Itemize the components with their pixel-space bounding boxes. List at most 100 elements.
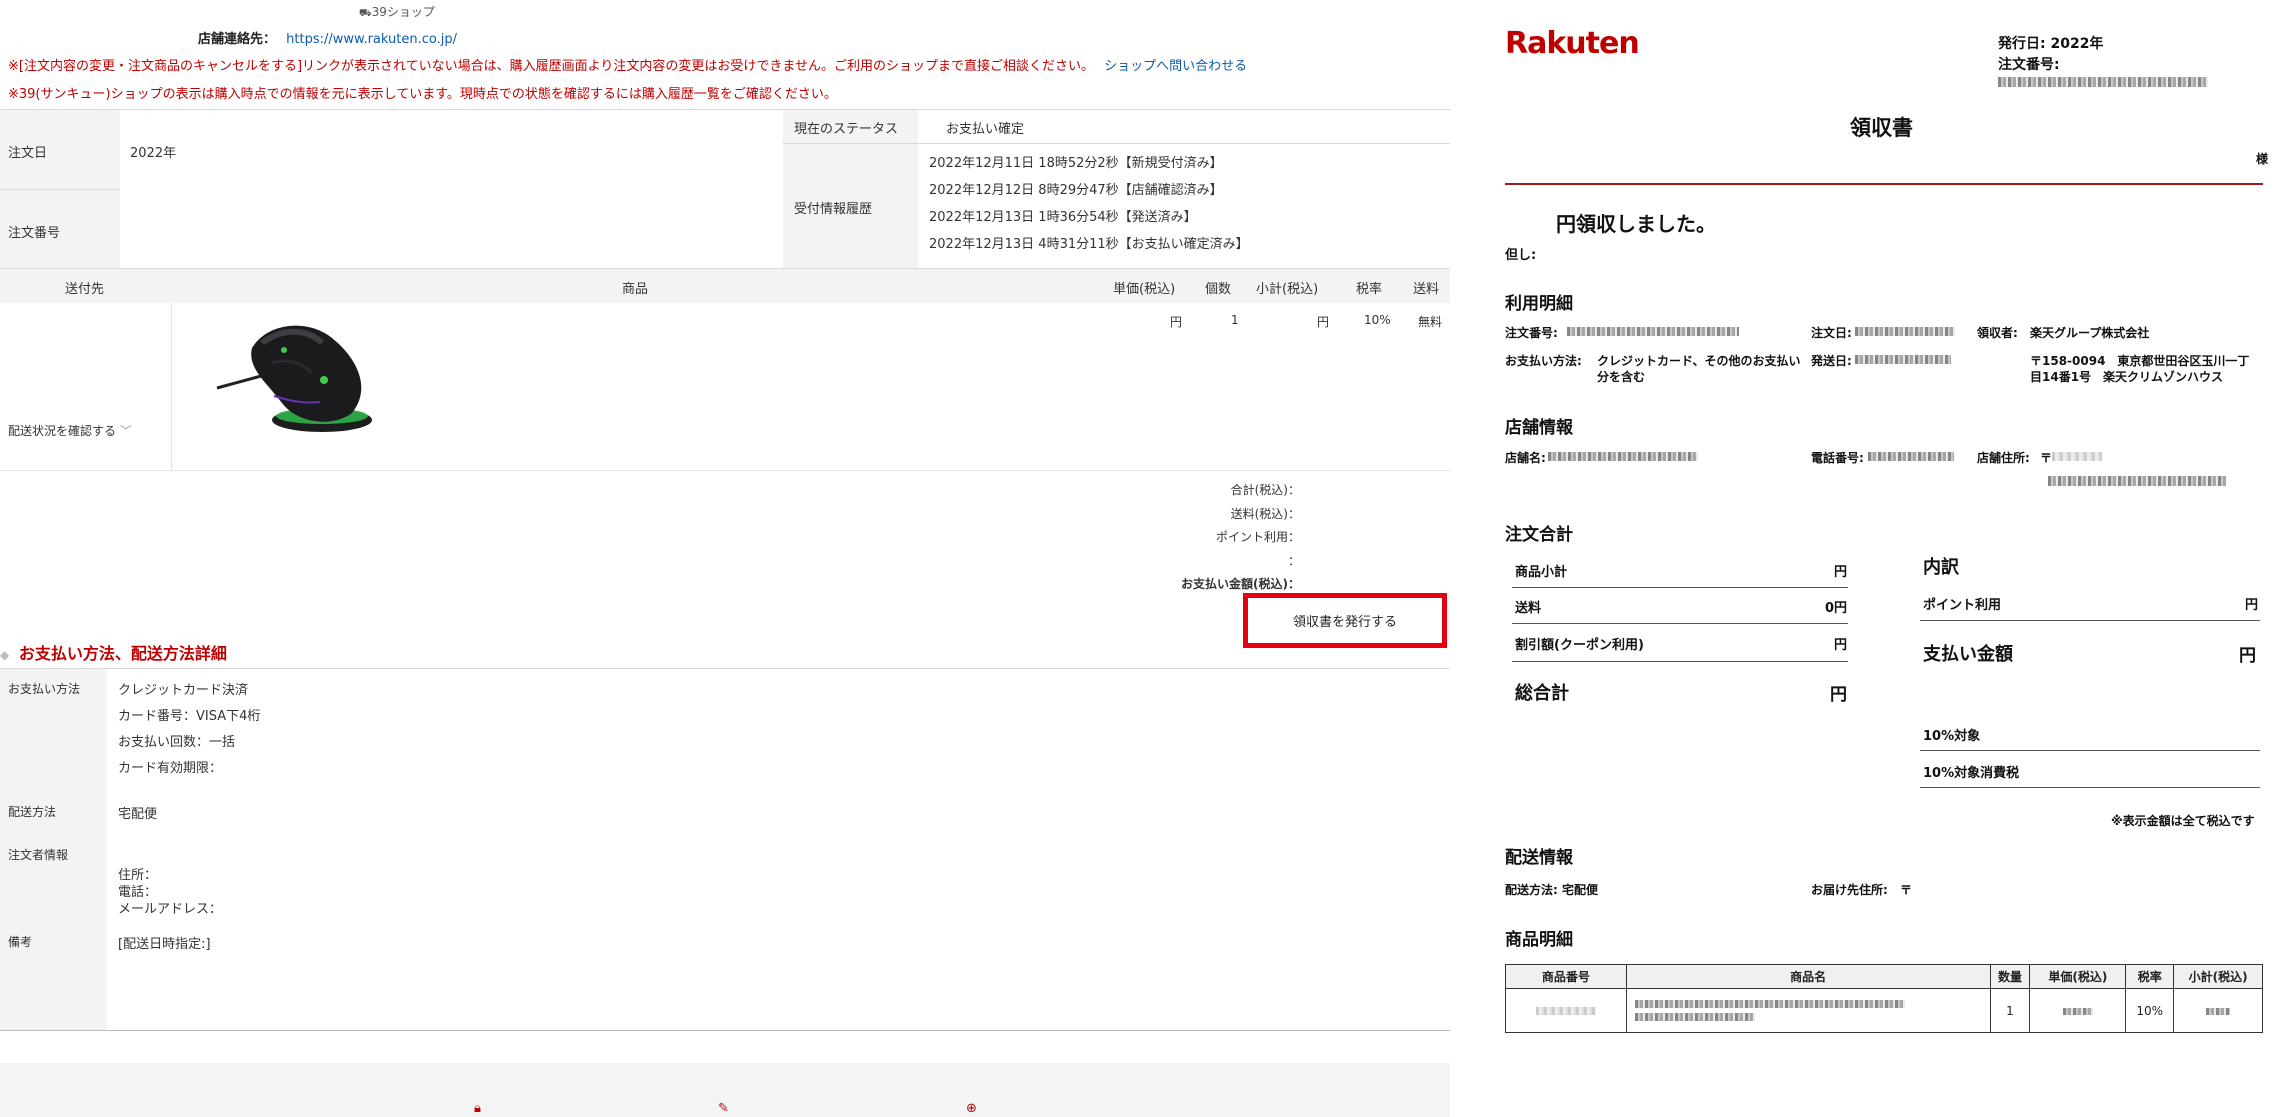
- history-item: 2022年12月11日 18時52分2秒【新規受付済み】: [929, 156, 1223, 171]
- items-th-tax: 税率: [2125, 964, 2175, 989]
- lock-icon[interactable]: 🔒︎: [474, 1101, 481, 1116]
- shop-address-zip: 〒: [2040, 451, 2053, 465]
- items-table: 商品番号 商品名 数量 単価(税込) 税率 小計(税込) 1 10%: [1505, 964, 2263, 1033]
- delivery-info-title: 配送情報: [1505, 848, 1573, 868]
- history-item: 2022年12月13日 1時36分54秒【発送済み】: [929, 210, 1197, 225]
- tax10-label: 10%対象: [1923, 729, 1981, 744]
- status-label: 現在のステータス: [794, 122, 899, 137]
- grand-total-label: 総合計: [1515, 683, 1569, 704]
- item-name-redacted: [1625, 988, 1991, 1033]
- shop-icon: ⛟: [359, 8, 372, 19]
- history-label: 受付情報履歴: [794, 202, 873, 217]
- shop-name-label: 店舗名:: [1505, 451, 1546, 465]
- shop-info-title: 店舗情報: [1505, 418, 1573, 438]
- th-shipping: 送料: [1413, 282, 1440, 297]
- breakdown-title: 内訳: [1923, 557, 1959, 578]
- delivery-method: 配送方法: 宅配便: [1505, 883, 1598, 897]
- payment-line: クレジットカード決済: [118, 683, 249, 698]
- row-qty: 1: [1231, 313, 1239, 327]
- receiver-value: 楽天グループ株式会社: [2030, 326, 2150, 340]
- item-unit-price-redacted: [2029, 988, 2127, 1033]
- subtotal-value: 円: [1834, 565, 1848, 580]
- discount-label: 割引額(クーポン利用): [1515, 638, 1644, 653]
- contact-label: 店舗連絡先：: [198, 32, 277, 47]
- row-tax: 10%: [1364, 313, 1391, 327]
- payment-line: カード有効期限：: [118, 761, 223, 776]
- chevron-down-icon: ﹀: [119, 424, 132, 438]
- shop-badge: ⛟39ショップ: [359, 5, 435, 19]
- subtotal-label: 商品小計: [1515, 565, 1568, 580]
- order-date-label: 注文日: [8, 146, 48, 161]
- issue-receipt-button[interactable]: 領収書を発行する: [1243, 593, 1447, 648]
- notice-39shop: ※39(サンキュー)ショップの表示は購入時点での情報を元に表示しています。現時点…: [8, 87, 837, 102]
- row-unit-price: 円: [1170, 315, 1183, 329]
- shipping-total-label: 送料(税込)：: [1230, 507, 1300, 521]
- status-value: お支払い確定: [946, 122, 1025, 137]
- receipt-pane: Rakuten 発行日: 2022年 注文番号: 領収書 様 円領収しました。 …: [1450, 0, 2291, 1117]
- tadashi-label: 但し:: [1505, 248, 1537, 263]
- remarks-label: 備考: [8, 935, 33, 949]
- tax-included-note: ※表示金額は全て税込です: [2111, 814, 2255, 828]
- th-qty: 個数: [1205, 282, 1232, 297]
- orderer-line: メールアドレス：: [118, 902, 223, 917]
- received-amount-text: 円領収しました。: [1556, 212, 1716, 236]
- payment-method-label: お支払い方法: [8, 682, 81, 696]
- th-destination: 送付先: [65, 282, 105, 297]
- items-title: 商品明細: [1505, 930, 1573, 950]
- sama-label: 様: [2256, 152, 2269, 166]
- breakdown-points-value: 円: [2245, 598, 2259, 613]
- order-total-title: 注文合計: [1505, 525, 1573, 545]
- usage-pay-value-2: 分を含む: [1597, 370, 1646, 384]
- section-bullet-icon: ◆: [0, 648, 10, 662]
- order-number-label: 注文番号: [8, 226, 61, 241]
- history-item: 2022年12月12日 8時29分47秒【店舗確認済み】: [929, 183, 1223, 198]
- item-tax: 10%: [2125, 988, 2175, 1033]
- usage-title: 利用明細: [1505, 294, 1573, 314]
- product-image-gaming-mouse[interactable]: [212, 318, 382, 438]
- footer-bar: 🔒︎ ✎ ⊕: [0, 1063, 1450, 1117]
- usage-order-date-label: 注文日:: [1811, 326, 1852, 340]
- usage-pay-value-1: クレジットカード、その他のお支払い: [1597, 354, 1801, 368]
- issue-date: 発行日: 2022年: [1998, 36, 2104, 52]
- payment-amount-value: 円: [2239, 646, 2256, 666]
- delivery-dest-label: お届け先住所:: [1811, 883, 1888, 897]
- points-label: ポイント利用：: [1215, 530, 1300, 544]
- row-subtotal: 円: [1317, 315, 1330, 329]
- shipping-value: 0円: [1825, 601, 1848, 616]
- shop-address-label: 店舗住所:: [1977, 451, 2030, 465]
- receipt-order-no-label: 注文番号:: [1998, 57, 2060, 73]
- order-date-value: 2022年: [130, 146, 177, 161]
- item-subtotal-redacted: [2173, 988, 2263, 1033]
- contact-shop-link[interactable]: ショップへ問い合わせる: [1104, 59, 1247, 74]
- receiver-address-2: 目14番1号 楽天クリムゾンハウス: [2030, 370, 2224, 384]
- ship-date-label: 発送日:: [1811, 354, 1852, 368]
- notice-change: ※[注文内容の変更・注文商品のキャンセルをする]リンクが表示されていない場合は、…: [8, 59, 1248, 74]
- contact-url-link[interactable]: https://www.rakuten.co.jp/: [286, 32, 457, 47]
- orderer-label: 注文者情報: [8, 848, 69, 862]
- payment-total-label: お支払い金額(税込)：: [1181, 577, 1300, 591]
- items-row: 1 10%: [1505, 988, 2263, 1033]
- total-label: 合計(税込)：: [1230, 483, 1300, 497]
- items-th-name: 商品名: [1625, 964, 1991, 989]
- items-th-subtotal: 小計(税込): [2173, 964, 2263, 989]
- th-product: 商品: [622, 282, 649, 297]
- grand-total-value: 円: [1830, 685, 1847, 705]
- globe-icon[interactable]: ⊕: [966, 1101, 977, 1116]
- shop-contact: 店舗連絡先： https://www.rakuten.co.jp/: [198, 28, 457, 47]
- row-shipping: 無料: [1418, 315, 1443, 329]
- th-tax: 税率: [1356, 282, 1383, 297]
- rakuten-logo: Rakuten: [1505, 26, 1640, 61]
- delivery-dest-zip: 〒: [1900, 883, 1913, 897]
- th-subtotal: 小計(税込): [1256, 282, 1319, 297]
- receipt-title: 領収書: [1850, 116, 1913, 140]
- delivery-status-link[interactable]: 配送状況を確認する ﹀: [8, 422, 132, 439]
- receiver-address-1: 〒158-0094 東京都世田谷区玉川一丁: [2030, 354, 2250, 368]
- remarks-value: [配送日時指定:]: [118, 937, 211, 952]
- shipping-label: 送料: [1515, 601, 1542, 616]
- product-table-header: [0, 269, 1450, 303]
- edit-icon[interactable]: ✎: [718, 1101, 729, 1116]
- breakdown-points-label: ポイント利用: [1923, 598, 2002, 613]
- delivery-method-value: 宅配便: [118, 807, 158, 822]
- receiver-label: 領収者:: [1977, 326, 2018, 340]
- items-th-unit-price: 単価(税込): [2029, 964, 2127, 989]
